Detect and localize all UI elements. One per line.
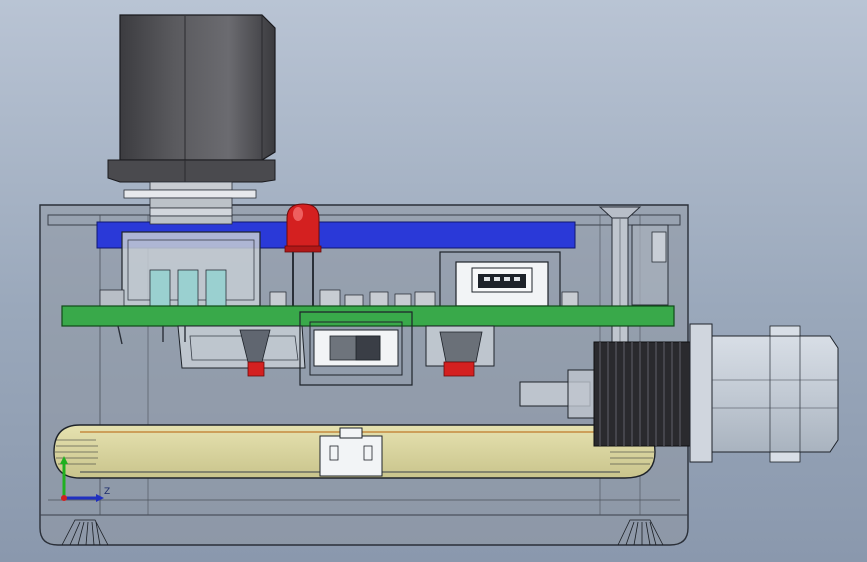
triad-z-axis <box>61 495 67 501</box>
panel-insert <box>631 224 669 306</box>
pot-bottom-housing <box>177 325 306 377</box>
potentiometer-body[interactable] <box>99 231 261 307</box>
cad-viewport[interactable]: Z <box>0 0 867 562</box>
pcb-board[interactable] <box>61 305 675 327</box>
battery-tube[interactable] <box>53 424 656 479</box>
knob[interactable] <box>107 14 276 183</box>
triad-label: Z <box>104 487 110 497</box>
cad-model-canvas[interactable]: Z <box>0 0 867 562</box>
